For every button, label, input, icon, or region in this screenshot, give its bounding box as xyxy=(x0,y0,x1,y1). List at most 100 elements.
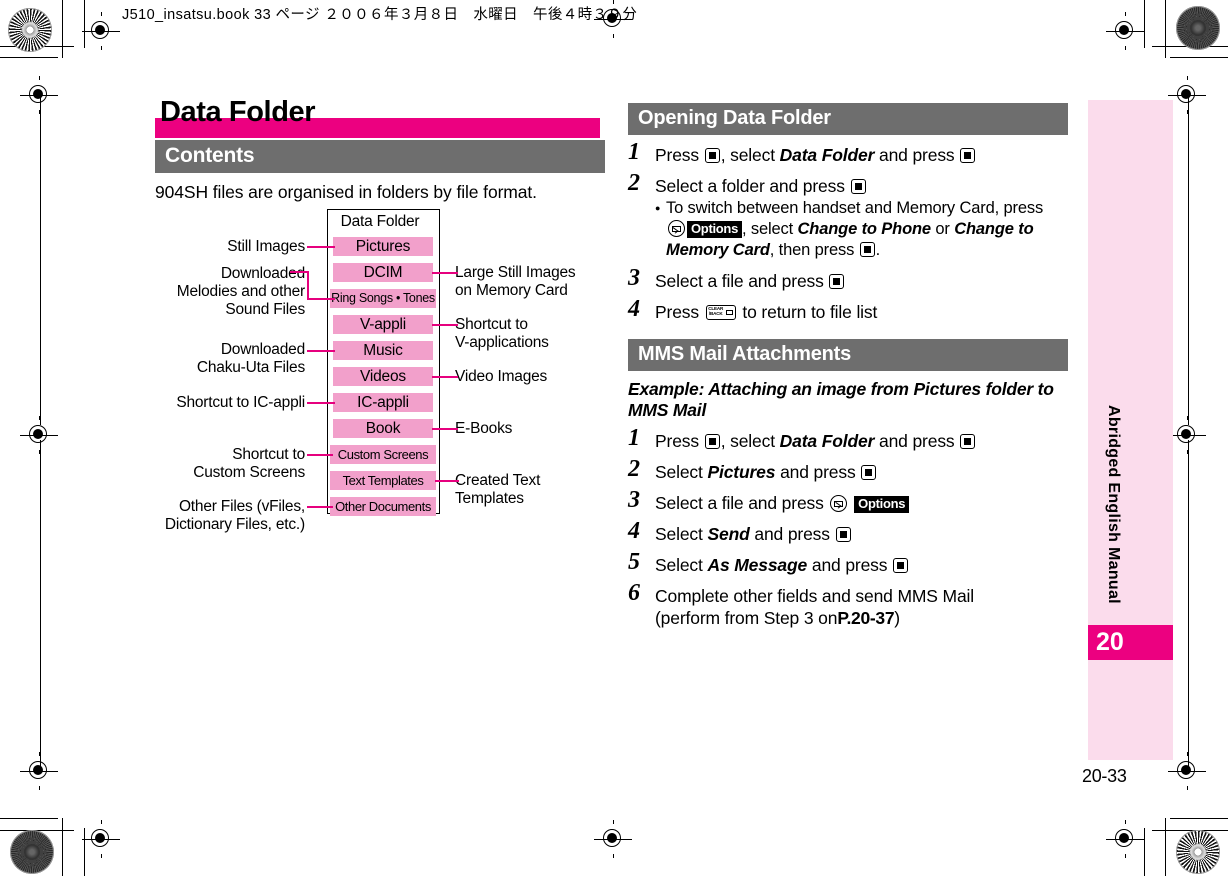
step-text-d: and press xyxy=(879,431,955,451)
step-text-b: to return to file list xyxy=(742,302,878,322)
crop-line-bottom-right-h xyxy=(1170,818,1228,819)
options-softkey-badge: Options xyxy=(687,221,743,238)
step-number: 4 xyxy=(628,518,640,544)
step-number: 3 xyxy=(628,487,640,513)
folder-chip-dcim: DCIM xyxy=(333,263,433,283)
center-select-key-icon xyxy=(704,148,720,163)
step-menu-as-message: As Message xyxy=(707,555,808,575)
connector-text-templates xyxy=(435,480,459,483)
note-text-d: or xyxy=(935,220,950,238)
crop-line-bottom-right-v xyxy=(1165,818,1166,876)
folder-chip-ic-appli: IC-appli xyxy=(333,393,433,413)
crop-line-inner-tr-v xyxy=(1144,0,1145,48)
diagram-label-shortcut-v-applications: Shortcut to V-applications xyxy=(455,316,605,352)
step-menu-pictures: Pictures xyxy=(707,462,776,482)
right-column: Opening Data Folder 1 Press , select Dat… xyxy=(628,103,1068,629)
icappli-line1: Shortcut to IC-appli xyxy=(176,394,305,412)
crop-line-top-left-v xyxy=(62,0,63,58)
otherfiles-line2: Dictionary Files, etc.) xyxy=(164,516,305,534)
options-softkey-badge: Options xyxy=(854,496,910,513)
center-select-key-icon xyxy=(893,558,909,573)
melodies-line3: Sound Files xyxy=(225,301,305,319)
note-text-b: , select xyxy=(742,220,794,238)
center-select-key-icon xyxy=(835,527,851,542)
crop-line-bottom-left-v xyxy=(62,818,63,876)
folder-chip-other-documents: Other Documents xyxy=(330,497,436,517)
step-text-a: Select xyxy=(655,555,703,575)
texttemplates-line1: Created Text xyxy=(455,472,541,490)
folder-chip-pictures: Pictures xyxy=(333,237,433,257)
largestill-line2: on Memory Card xyxy=(455,282,568,300)
step-text-b: , select xyxy=(720,431,775,451)
print-target-bottom-left xyxy=(10,830,54,874)
crop-line-inner-br-v xyxy=(1144,828,1145,876)
center-select-key-icon xyxy=(859,242,875,257)
crop-line-mid-left xyxy=(40,95,41,425)
sidebar-chapter-tab: 20 xyxy=(1088,625,1173,660)
step-opening-3: 3 Select a file and press xyxy=(628,265,1068,292)
step-text-c: ) xyxy=(894,608,900,628)
mms-example-heading: Example: Attaching an image from Picture… xyxy=(628,379,1068,421)
left-column: Data Folder Contents 904SH files are org… xyxy=(155,96,605,533)
note-menu-memory-card: Memory Card xyxy=(666,241,770,259)
chapter-title-block: Data Folder xyxy=(155,96,605,140)
customscreens-line1: Shortcut to xyxy=(232,446,305,464)
step-text-c: and press xyxy=(754,524,830,544)
step-text-b: , select xyxy=(720,145,775,165)
page-cross-reference[interactable]: P.20-37 xyxy=(837,608,894,628)
step-mms-3: 3 Select a file and press Options xyxy=(628,487,1068,514)
manual-page: J510_insatsu.book 33 ページ ２００６年３月８日 水曜日 午… xyxy=(0,0,1228,876)
connector-videos xyxy=(432,376,458,379)
step-text-c: and press xyxy=(780,462,856,482)
registration-mark-left-lower xyxy=(20,752,58,790)
melodies-line1: Downloaded xyxy=(220,265,305,283)
step-text-a: Select a folder and press xyxy=(655,176,845,196)
otherfiles-line1: Other Files (vFiles, xyxy=(178,498,305,516)
note-text-h: . xyxy=(875,241,881,259)
diagram-label-downloaded-chaku-uta: Downloaded Chaku-Uta Files xyxy=(155,341,305,377)
page-title: Data Folder xyxy=(160,96,316,128)
folder-chip-v-appli: V-appli xyxy=(333,315,433,335)
connector-chaku-uta xyxy=(307,350,335,353)
connector-ic-appli xyxy=(307,402,335,405)
step-text-a: Complete other fields and send MMS Mail xyxy=(655,586,975,606)
step-text-b: (perform from Step 3 on xyxy=(655,608,838,628)
section-header-opening-data-folder: Opening Data Folder xyxy=(628,103,1068,135)
videoimages-line1: Video Images xyxy=(455,368,548,386)
step-opening-2: 2 Select a folder and press To switch be… xyxy=(628,171,1068,261)
step-number: 2 xyxy=(628,456,640,482)
sidebar-manual-label: Abridged English Manual xyxy=(1105,405,1122,604)
crop-line-bottom-left-h xyxy=(0,818,58,819)
step-number: 3 xyxy=(628,265,640,291)
folder-chip-videos: Videos xyxy=(333,367,433,387)
step-opening-4: 4 Press CLEAR /BACK to return to file li… xyxy=(628,297,1068,323)
center-select-key-icon xyxy=(960,148,976,163)
chapter-sidebar xyxy=(1088,100,1173,760)
contents-lead-text: 904SH files are organised in folders by … xyxy=(155,182,537,203)
registration-mark-bottom-right xyxy=(1106,820,1144,858)
clear-back-key-icon: CLEAR /BACK xyxy=(705,305,736,320)
folder-chip-text-templates: Text Templates xyxy=(330,471,436,491)
folder-chip-ring-songs-tones: Ring Songs • Tones xyxy=(330,289,436,309)
note-text-a: To switch between handset and Memory Car… xyxy=(666,199,1044,217)
center-select-key-icon xyxy=(861,465,877,480)
step-opening-2-note: To switch between handset and Memory Car… xyxy=(655,198,1068,261)
registration-mark-left-upper xyxy=(20,76,58,114)
diagram-label-created-text-templates: Created Text Templates xyxy=(455,472,605,508)
note-text-g: , then press xyxy=(769,241,855,259)
connector-other-documents xyxy=(307,506,333,509)
footer-page-number: 20-33 xyxy=(1082,766,1127,786)
registration-mark-bottom-left xyxy=(82,820,120,858)
data-folder-diagram: Data Folder Pictures DCIM Ring Songs • T… xyxy=(155,209,605,533)
connector-melodies-top xyxy=(290,271,309,274)
print-header-text: J510_insatsu.book 33 ページ ２００６年３月８日 水曜日 午… xyxy=(122,7,638,23)
step-number: 5 xyxy=(628,549,640,575)
diagram-label-e-books: E-Books xyxy=(455,420,605,438)
registration-mark-bottom-center xyxy=(594,820,632,858)
print-target-top-left xyxy=(8,8,52,52)
melodies-line2: Melodies and other xyxy=(176,283,305,301)
note-menu-change-to-phone: Change to Phone xyxy=(797,220,932,238)
note-menu-change-to: Change to xyxy=(954,220,1034,238)
step-text-a: Press xyxy=(655,302,699,322)
registration-mark-right-upper xyxy=(1168,76,1206,114)
